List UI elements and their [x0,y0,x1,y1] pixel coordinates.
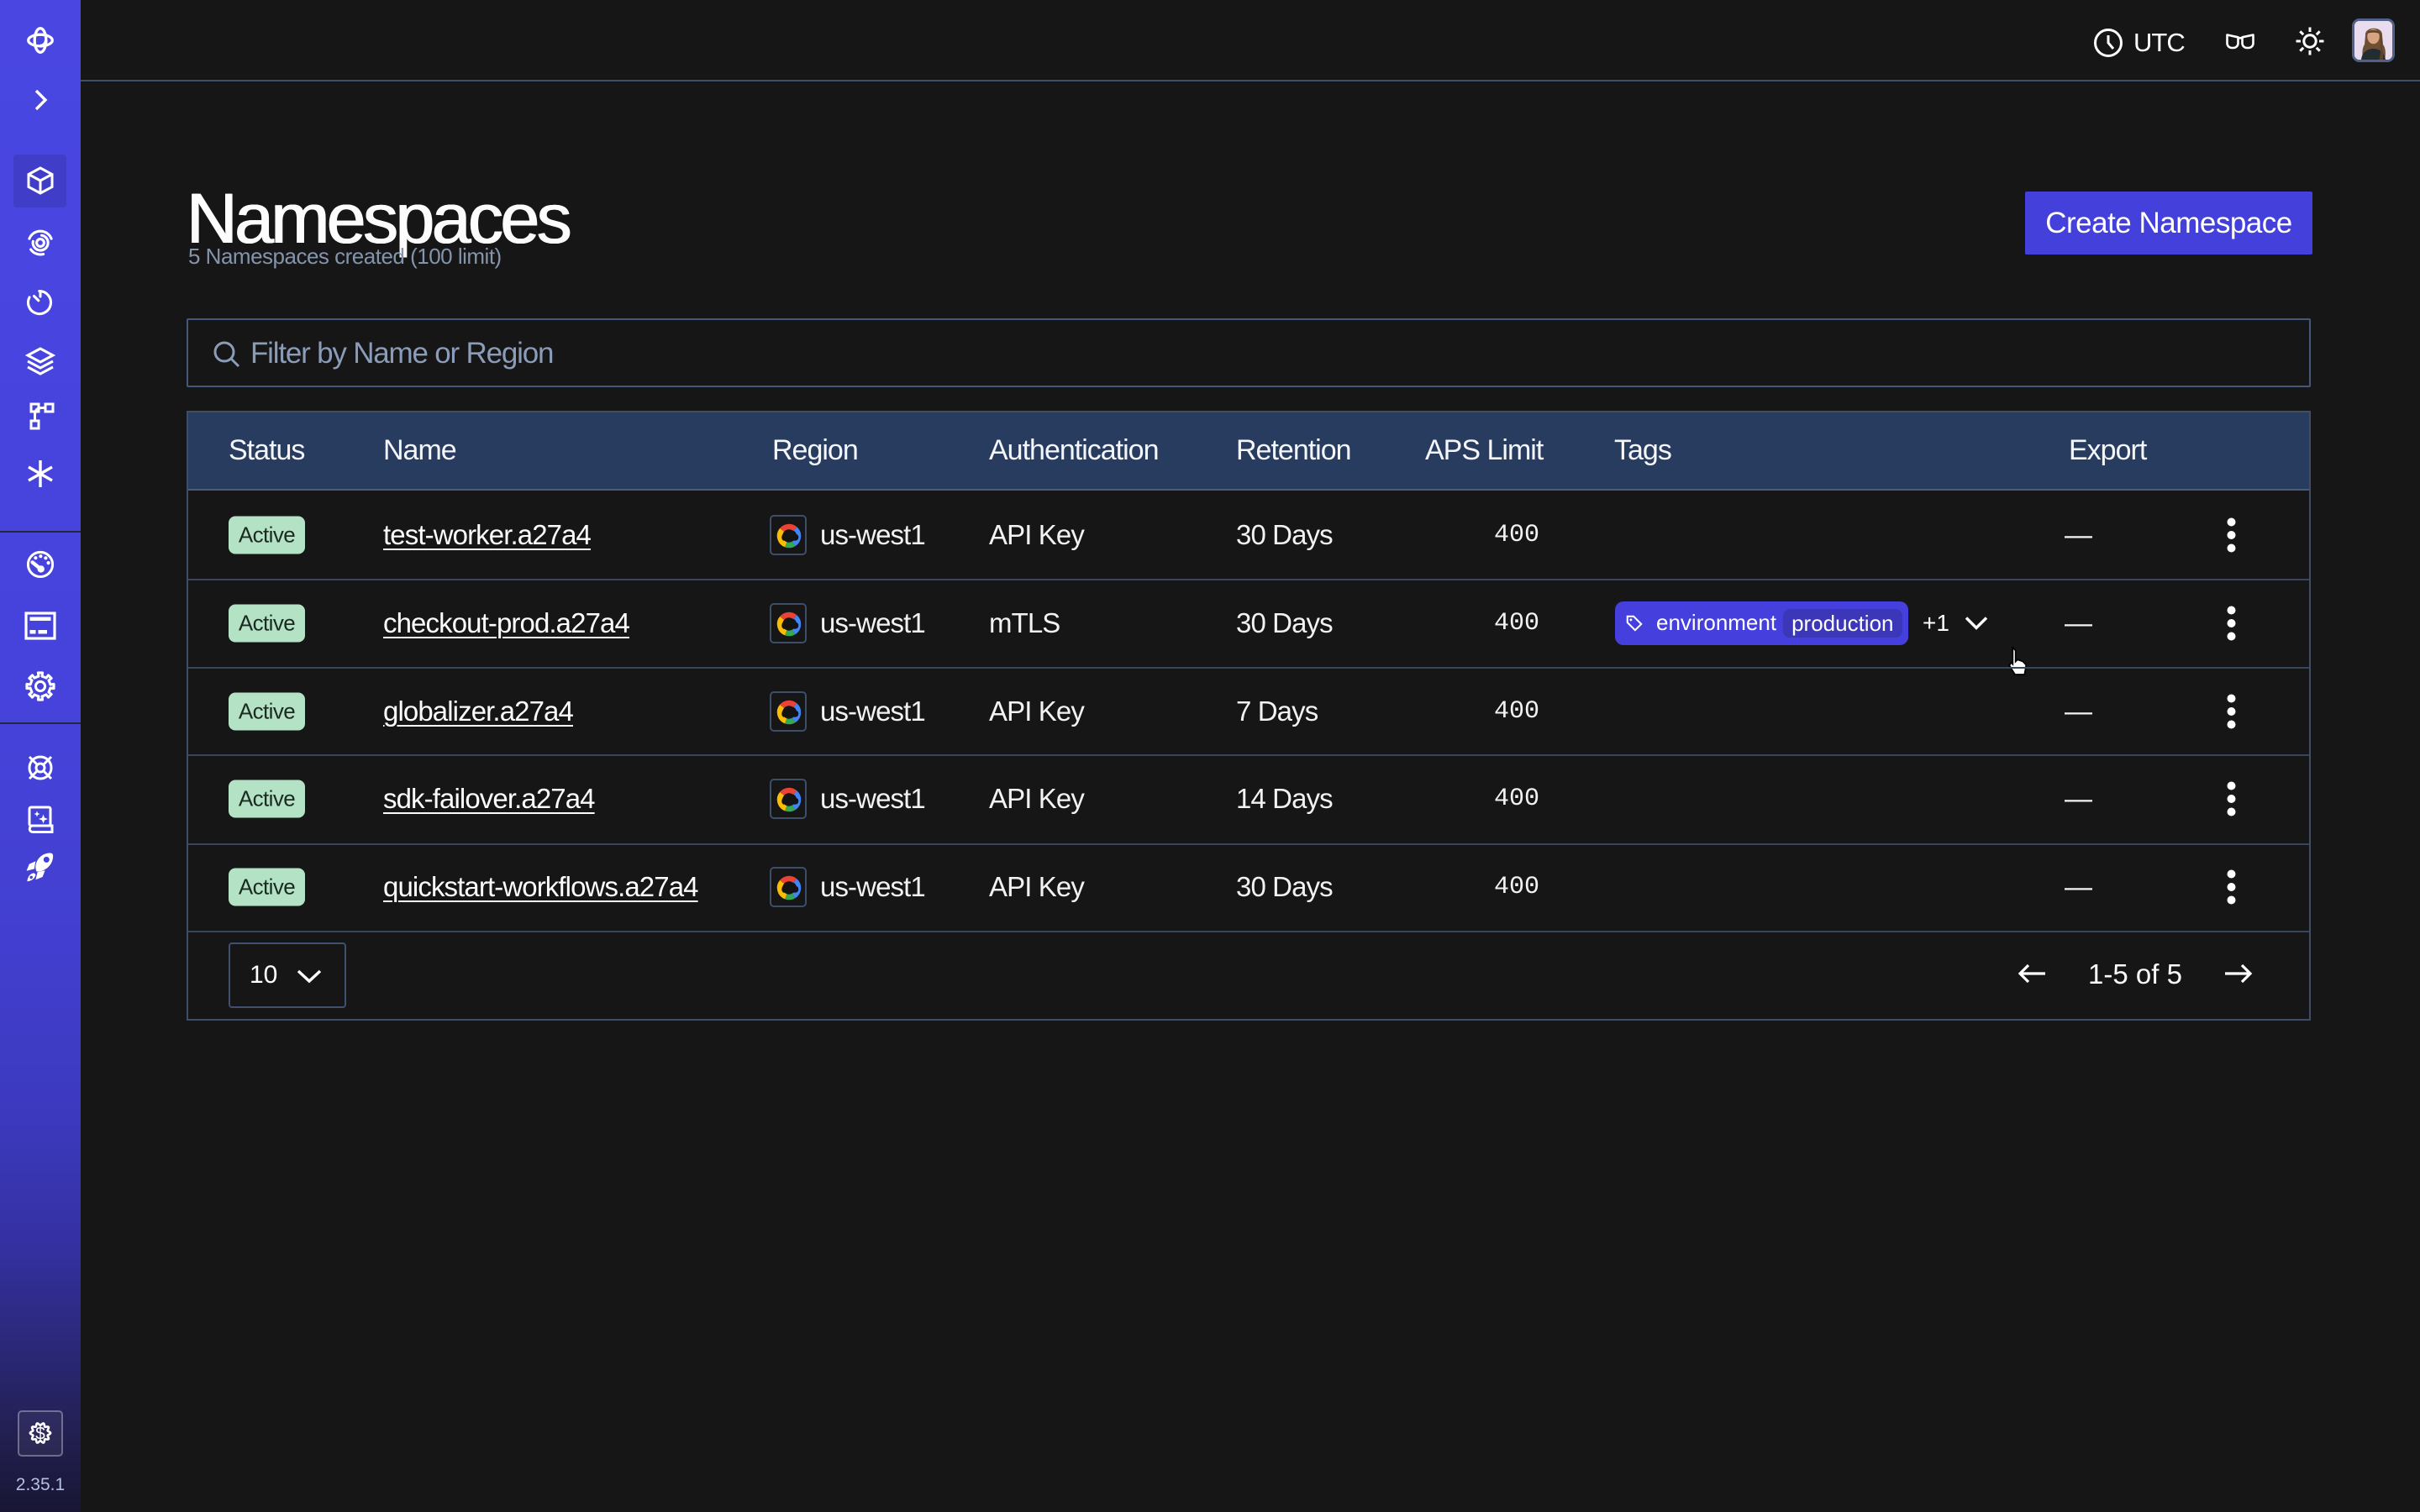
svg-text:$: $ [35,1425,45,1444]
